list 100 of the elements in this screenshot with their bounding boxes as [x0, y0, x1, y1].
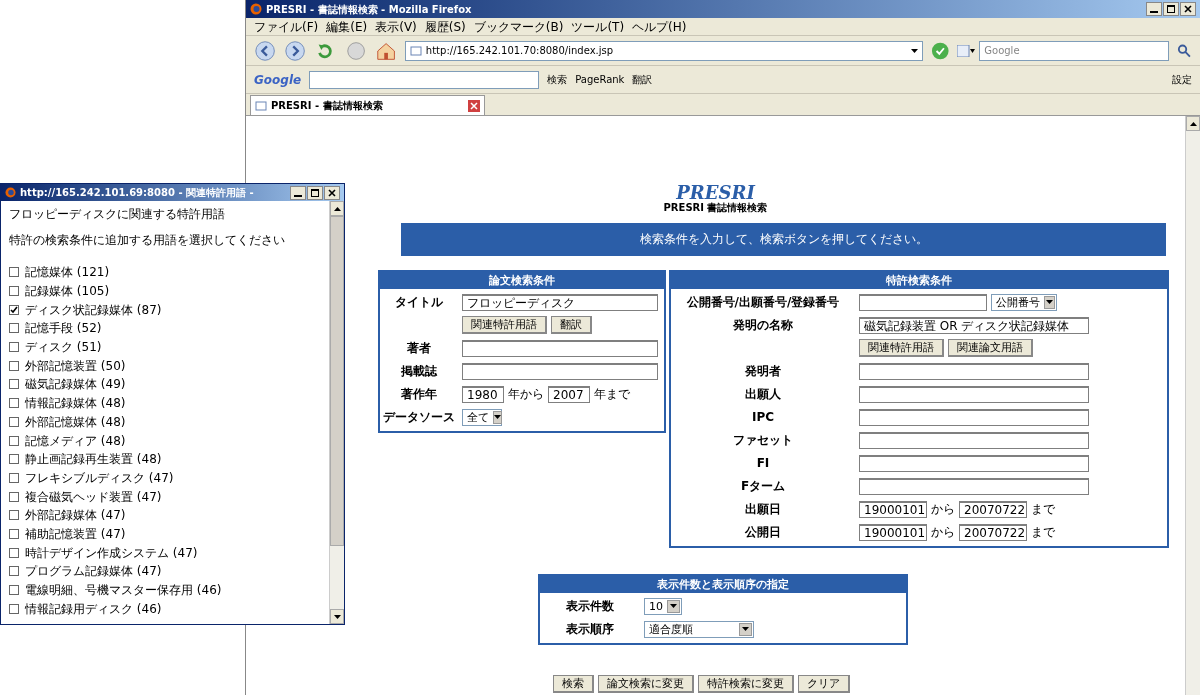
checkbox[interactable]: [9, 528, 19, 539]
menu-item[interactable]: ツール(T): [571, 20, 625, 33]
minimize-button[interactable]: [1146, 2, 1162, 16]
text-field[interactable]: 20070722: [959, 500, 1027, 518]
text-field[interactable]: [859, 362, 1089, 380]
checkbox[interactable]: [9, 547, 19, 558]
text-field[interactable]: [462, 339, 658, 357]
dropdown[interactable]: 全て: [462, 408, 502, 426]
address-bar[interactable]: http://165.242.101.70:8080/index.jsp: [404, 40, 923, 61]
checkbox[interactable]: [9, 304, 19, 315]
text-field[interactable]: [859, 454, 1089, 472]
dropdown[interactable]: 公開番号: [991, 293, 1057, 311]
checkbox[interactable]: [9, 510, 19, 521]
checkbox[interactable]: [9, 603, 19, 614]
form-button[interactable]: 特許検索に変更: [698, 674, 794, 693]
term-label[interactable]: 記録媒体 (105): [25, 282, 110, 301]
checkbox[interactable]: [9, 566, 19, 577]
text-field[interactable]: 2007: [548, 385, 590, 403]
text-field[interactable]: 1980: [462, 385, 504, 403]
term-label[interactable]: 静止画記録再生装置 (48): [25, 450, 162, 469]
text-field[interactable]: フロッピーディスク: [462, 293, 658, 311]
term-label[interactable]: 記憶メディア (48): [25, 431, 126, 450]
term-label[interactable]: ディスク (51): [25, 338, 102, 357]
menu-item[interactable]: 履歴(S): [424, 20, 466, 33]
text-field[interactable]: [859, 477, 1089, 495]
checkbox[interactable]: [9, 323, 19, 334]
text-field[interactable]: [859, 385, 1089, 403]
term-label[interactable]: 外部記憶媒体 (48): [25, 412, 126, 431]
form-button[interactable]: 翻訳: [551, 316, 592, 334]
term-label[interactable]: 電線明細、号機マスター保存用 (46): [25, 581, 222, 600]
checkbox[interactable]: [9, 379, 19, 390]
checkbox[interactable]: [9, 454, 19, 465]
range-text: 年まで: [594, 386, 630, 403]
text-field[interactable]: [462, 362, 658, 380]
text-field[interactable]: [859, 408, 1089, 426]
term-label[interactable]: フレキシブルディスク (47): [25, 468, 174, 487]
search-icon[interactable]: [1177, 42, 1193, 59]
term-label[interactable]: 外部記憶装置 (50): [25, 356, 126, 375]
dropdown[interactable]: 適合度順: [644, 620, 754, 638]
text-field[interactable]: [859, 431, 1089, 449]
form-button[interactable]: 関連特許用語: [462, 316, 547, 334]
scroll-down-icon[interactable]: [333, 614, 341, 619]
menu-item[interactable]: 表示(V): [375, 20, 417, 33]
toolbar-button[interactable]: 検索: [547, 72, 568, 87]
term-label[interactable]: 情報記録媒体 (48): [25, 394, 126, 413]
menu-item[interactable]: ファイル(F): [254, 20, 319, 33]
term-label[interactable]: 複合磁気ヘッド装置 (47): [25, 487, 162, 506]
menu-item[interactable]: 編集(E): [326, 20, 368, 33]
scroll-thumb[interactable]: [330, 216, 344, 546]
close-button[interactable]: [324, 185, 340, 200]
form-button[interactable]: 検索: [553, 674, 594, 693]
dropdown[interactable]: 10: [644, 597, 682, 615]
form-button[interactable]: クリア: [798, 674, 850, 693]
checkbox[interactable]: [9, 267, 19, 278]
text-field[interactable]: [859, 293, 987, 311]
close-button[interactable]: [1180, 2, 1196, 16]
form-button[interactable]: 論文検索に変更: [598, 674, 694, 693]
maximize-button[interactable]: [307, 185, 323, 200]
checkbox[interactable]: [9, 585, 19, 596]
term-label[interactable]: 外部記録媒体 (47): [25, 506, 126, 525]
scroll-up-icon[interactable]: [333, 206, 341, 211]
checkbox[interactable]: [9, 491, 19, 502]
maximize-button[interactable]: [1163, 2, 1179, 16]
browser-tab[interactable]: PRESRI - 書誌情報検索: [250, 95, 485, 115]
go-icon[interactable]: [930, 40, 950, 61]
close-icon[interactable]: [468, 99, 480, 112]
checkbox[interactable]: [9, 360, 19, 371]
checkbox[interactable]: [9, 435, 19, 446]
scroll-up-icon[interactable]: [1189, 121, 1197, 126]
forward-icon[interactable]: [284, 38, 307, 63]
checkbox[interactable]: [9, 472, 19, 483]
term-label[interactable]: 補助記憶装置 (47): [25, 524, 126, 543]
checkbox[interactable]: [9, 398, 19, 409]
menu-item[interactable]: ヘルプ(H): [632, 20, 687, 33]
settings-button[interactable]: 設定: [1172, 72, 1192, 87]
term-label[interactable]: 記憶手段 (52): [25, 319, 102, 338]
term-label[interactable]: 磁気記録媒体 (49): [25, 375, 126, 394]
search-engine-icon[interactable]: [957, 44, 976, 57]
back-icon[interactable]: [254, 38, 277, 63]
form-button[interactable]: 関連特許用語: [859, 339, 944, 357]
checkbox[interactable]: [9, 416, 19, 427]
minimize-button[interactable]: [290, 185, 306, 200]
caret-icon: [494, 415, 501, 419]
text-field[interactable]: 磁気記録装置 OR ディスク状記録媒体: [859, 316, 1089, 334]
term-label[interactable]: 時計デザイン作成システム (47): [25, 543, 198, 562]
form-button[interactable]: 関連論文用語: [948, 339, 1033, 357]
text-field[interactable]: 20070722: [959, 523, 1027, 541]
search-field[interactable]: Google: [979, 40, 1170, 61]
term-label[interactable]: 情報記録用ディスク (46): [25, 599, 162, 618]
toolbar-button[interactable]: 翻訳: [632, 72, 653, 87]
term-label[interactable]: プログラム記録媒体 (47): [25, 562, 162, 581]
menu-item[interactable]: ブックマーク(B): [473, 20, 564, 33]
term-label[interactable]: 記憶媒体 (121): [25, 263, 110, 282]
text-field[interactable]: 19000101: [859, 523, 927, 541]
term-label[interactable]: ディスク状記録媒体 (87): [25, 300, 162, 319]
checkbox[interactable]: [9, 342, 19, 353]
text-field[interactable]: 19000101: [859, 500, 927, 518]
toolbar-button[interactable]: PageRank: [575, 72, 625, 87]
google-search-field[interactable]: [309, 70, 540, 89]
checkbox[interactable]: [9, 286, 19, 297]
